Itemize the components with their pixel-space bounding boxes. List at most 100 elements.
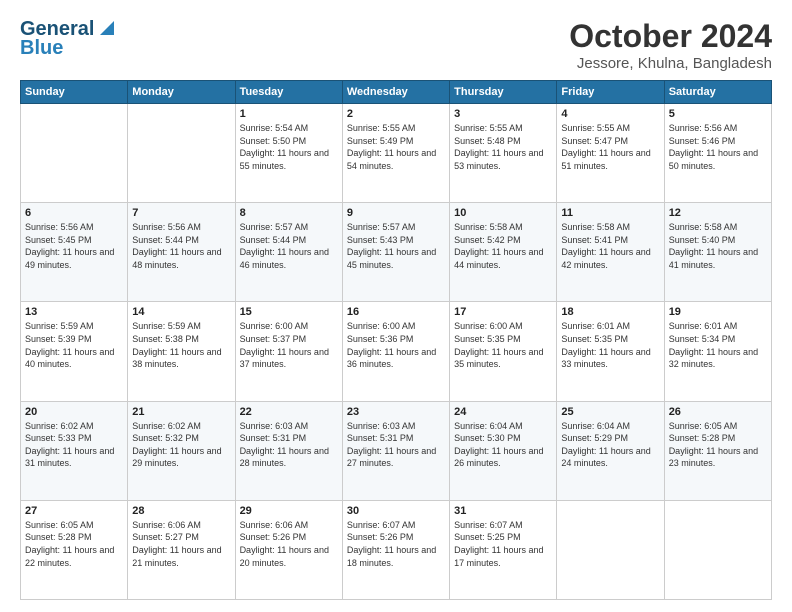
day-info: Sunrise: 5:56 AM Sunset: 5:44 PM Dayligh… [132, 221, 230, 271]
table-row: 31 Sunrise: 6:07 AM Sunset: 5:25 PM Dayli… [450, 500, 557, 599]
col-wednesday: Wednesday [342, 81, 449, 104]
table-row: 16 Sunrise: 6:00 AM Sunset: 5:36 PM Dayli… [342, 302, 449, 401]
table-row: 4 Sunrise: 5:55 AM Sunset: 5:47 PM Daylig… [557, 104, 664, 203]
col-thursday: Thursday [450, 81, 557, 104]
table-row: 26 Sunrise: 6:05 AM Sunset: 5:28 PM Dayli… [664, 401, 771, 500]
day-info: Sunrise: 6:00 AM Sunset: 5:36 PM Dayligh… [347, 320, 445, 370]
day-info: Sunrise: 6:05 AM Sunset: 5:28 PM Dayligh… [25, 519, 123, 569]
day-info: Sunrise: 6:00 AM Sunset: 5:37 PM Dayligh… [240, 320, 338, 370]
table-row [557, 500, 664, 599]
table-row: 15 Sunrise: 6:00 AM Sunset: 5:37 PM Dayli… [235, 302, 342, 401]
table-row: 7 Sunrise: 5:56 AM Sunset: 5:44 PM Daylig… [128, 203, 235, 302]
table-row: 8 Sunrise: 5:57 AM Sunset: 5:44 PM Daylig… [235, 203, 342, 302]
col-monday: Monday [128, 81, 235, 104]
day-info: Sunrise: 6:07 AM Sunset: 5:25 PM Dayligh… [454, 519, 552, 569]
day-number: 28 [132, 505, 230, 517]
day-number: 5 [669, 108, 767, 120]
table-row: 29Sunrise: 6:06 AM Sunset: 5:26 PM Dayli… [235, 500, 342, 599]
table-row: 11 Sunrise: 5:58 AM Sunset: 5:41 PM Dayli… [557, 203, 664, 302]
day-info: Sunrise: 5:56 AM Sunset: 5:45 PM Dayligh… [25, 221, 123, 271]
day-number: 24 [454, 406, 552, 418]
day-number: 17 [454, 306, 552, 318]
col-sunday: Sunday [21, 81, 128, 104]
day-info: Sunrise: 5:59 AM Sunset: 5:39 PM Dayligh… [25, 320, 123, 370]
table-row: 24 Sunrise: 6:04 AM Sunset: 5:30 PM Dayli… [450, 401, 557, 500]
page-subtitle: Jessore, Khulna, Bangladesh [569, 55, 772, 72]
day-number: 9 [347, 207, 445, 219]
table-row: 3Sunrise: 5:55 AM Sunset: 5:48 PM Daylig… [450, 104, 557, 203]
day-number: 11 [561, 207, 659, 219]
day-info: Sunrise: 6:06 AM Sunset: 5:27 PM Dayligh… [132, 519, 230, 569]
table-row: 9 Sunrise: 5:57 AM Sunset: 5:43 PM Daylig… [342, 203, 449, 302]
logo: General Blue [20, 18, 118, 60]
day-number: 20 [25, 406, 123, 418]
day-number: 19 [669, 306, 767, 318]
day-info: Sunrise: 5:56 AM Sunset: 5:46 PM Dayligh… [669, 122, 767, 172]
week-row-1: 1Sunrise: 5:54 AM Sunset: 5:50 PM Daylig… [21, 104, 772, 203]
table-row: 20 Sunrise: 6:02 AM Sunset: 5:33 PM Dayli… [21, 401, 128, 500]
day-info: Sunrise: 6:06 AM Sunset: 5:26 PM Dayligh… [240, 519, 338, 569]
day-number: 2 [347, 108, 445, 120]
day-info: Sunrise: 6:03 AM Sunset: 5:31 PM Dayligh… [347, 420, 445, 470]
day-info: Sunrise: 6:02 AM Sunset: 5:32 PM Dayligh… [132, 420, 230, 470]
day-info: Sunrise: 5:55 AM Sunset: 5:47 PM Dayligh… [561, 122, 659, 172]
table-row: 1Sunrise: 5:54 AM Sunset: 5:50 PM Daylig… [235, 104, 342, 203]
day-info: Sunrise: 5:58 AM Sunset: 5:42 PM Dayligh… [454, 221, 552, 271]
day-number: 25 [561, 406, 659, 418]
header: General Blue October 2024 Jessore, Khuln… [20, 18, 772, 72]
day-number: 15 [240, 306, 338, 318]
day-info: Sunrise: 6:07 AM Sunset: 5:26 PM Dayligh… [347, 519, 445, 569]
day-number: 21 [132, 406, 230, 418]
day-number: 3 [454, 108, 552, 120]
table-row: 23 Sunrise: 6:03 AM Sunset: 5:31 PM Dayli… [342, 401, 449, 500]
week-row-5: 27 Sunrise: 6:05 AM Sunset: 5:28 PM Dayli… [21, 500, 772, 599]
day-info: Sunrise: 6:00 AM Sunset: 5:35 PM Dayligh… [454, 320, 552, 370]
table-row [664, 500, 771, 599]
day-number: 10 [454, 207, 552, 219]
day-info: Sunrise: 6:02 AM Sunset: 5:33 PM Dayligh… [25, 420, 123, 470]
table-row: 22Sunrise: 6:03 AM Sunset: 5:31 PM Dayli… [235, 401, 342, 500]
table-row: 6Sunrise: 5:56 AM Sunset: 5:45 PM Daylig… [21, 203, 128, 302]
day-info: Sunrise: 5:57 AM Sunset: 5:43 PM Dayligh… [347, 221, 445, 271]
day-info: Sunrise: 6:04 AM Sunset: 5:30 PM Dayligh… [454, 420, 552, 470]
day-info: Sunrise: 5:58 AM Sunset: 5:40 PM Dayligh… [669, 221, 767, 271]
day-info: Sunrise: 6:01 AM Sunset: 5:35 PM Dayligh… [561, 320, 659, 370]
table-row: 10 Sunrise: 5:58 AM Sunset: 5:42 PM Dayli… [450, 203, 557, 302]
calendar-header-row: Sunday Monday Tuesday Wednesday Thursday… [21, 81, 772, 104]
day-number: 31 [454, 505, 552, 517]
table-row [21, 104, 128, 203]
title-block: October 2024 Jessore, Khulna, Bangladesh [569, 18, 772, 72]
day-info: Sunrise: 5:58 AM Sunset: 5:41 PM Dayligh… [561, 221, 659, 271]
week-row-2: 6Sunrise: 5:56 AM Sunset: 5:45 PM Daylig… [21, 203, 772, 302]
week-row-4: 20 Sunrise: 6:02 AM Sunset: 5:33 PM Dayli… [21, 401, 772, 500]
col-saturday: Saturday [664, 81, 771, 104]
day-number: 7 [132, 207, 230, 219]
page: General Blue October 2024 Jessore, Khuln… [0, 0, 792, 612]
table-row: 25Sunrise: 6:04 AM Sunset: 5:29 PM Dayli… [557, 401, 664, 500]
day-number: 14 [132, 306, 230, 318]
table-row: 27 Sunrise: 6:05 AM Sunset: 5:28 PM Dayli… [21, 500, 128, 599]
table-row: 14Sunrise: 5:59 AM Sunset: 5:38 PM Dayli… [128, 302, 235, 401]
day-number: 27 [25, 505, 123, 517]
day-number: 30 [347, 505, 445, 517]
calendar: Sunday Monday Tuesday Wednesday Thursday… [20, 80, 772, 600]
day-info: Sunrise: 6:05 AM Sunset: 5:28 PM Dayligh… [669, 420, 767, 470]
table-row: 17 Sunrise: 6:00 AM Sunset: 5:35 PM Dayli… [450, 302, 557, 401]
table-row: 21 Sunrise: 6:02 AM Sunset: 5:32 PM Dayli… [128, 401, 235, 500]
day-info: Sunrise: 5:57 AM Sunset: 5:44 PM Dayligh… [240, 221, 338, 271]
day-number: 22 [240, 406, 338, 418]
day-number: 16 [347, 306, 445, 318]
table-row: 12Sunrise: 5:58 AM Sunset: 5:40 PM Dayli… [664, 203, 771, 302]
table-row: 13Sunrise: 5:59 AM Sunset: 5:39 PM Dayli… [21, 302, 128, 401]
table-row: 19Sunrise: 6:01 AM Sunset: 5:34 PM Dayli… [664, 302, 771, 401]
day-number: 26 [669, 406, 767, 418]
col-friday: Friday [557, 81, 664, 104]
table-row: 28 Sunrise: 6:06 AM Sunset: 5:27 PM Dayli… [128, 500, 235, 599]
table-row: 18Sunrise: 6:01 AM Sunset: 5:35 PM Dayli… [557, 302, 664, 401]
day-number: 8 [240, 207, 338, 219]
week-row-3: 13Sunrise: 5:59 AM Sunset: 5:39 PM Dayli… [21, 302, 772, 401]
day-number: 23 [347, 406, 445, 418]
day-number: 4 [561, 108, 659, 120]
logo-blue: Blue [20, 37, 63, 60]
table-row: 30 Sunrise: 6:07 AM Sunset: 5:26 PM Dayli… [342, 500, 449, 599]
